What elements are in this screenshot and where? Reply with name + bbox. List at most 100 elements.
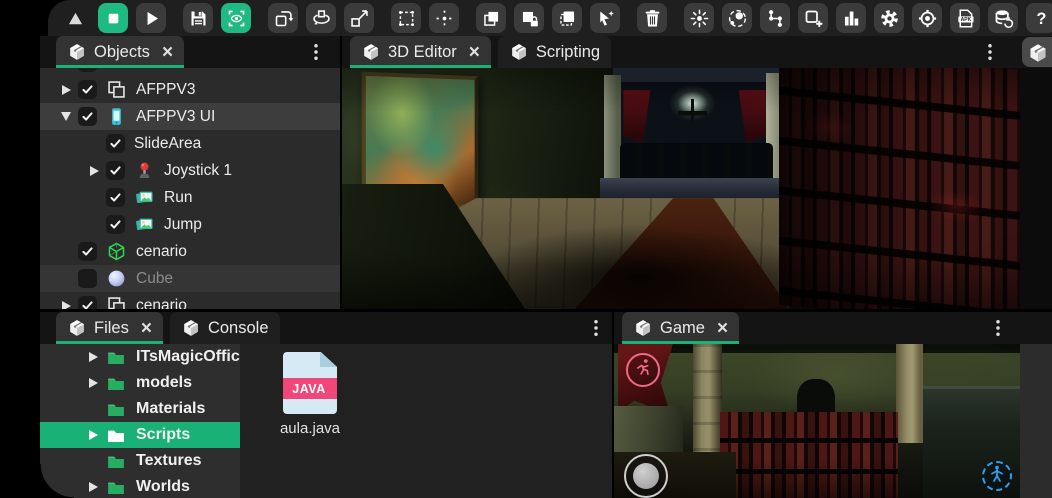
files-menu-kebab-icon[interactable]: [586, 317, 606, 339]
folder-row-models[interactable]: models: [40, 370, 240, 396]
settings-button[interactable]: [874, 3, 904, 33]
visibility-checkbox[interactable]: [78, 68, 97, 72]
layer-lock-icon: [519, 8, 540, 29]
expand-slot[interactable]: [54, 112, 78, 121]
joystick-knob[interactable]: [633, 463, 659, 489]
profiler-button[interactable]: [836, 3, 866, 33]
pointer-mode-button[interactable]: [590, 3, 620, 33]
folder-row-materials[interactable]: Materials: [40, 396, 240, 422]
expand-slot[interactable]: [80, 352, 106, 362]
marquee-icon: [396, 8, 417, 29]
object-label: AFPPV3 UI: [136, 108, 215, 126]
object-row-run[interactable]: Run: [40, 184, 340, 211]
close-icon[interactable]: ×: [141, 319, 152, 338]
save-button[interactable]: [183, 3, 213, 33]
stop-button[interactable]: [98, 3, 128, 33]
help-button[interactable]: ?: [1026, 3, 1052, 33]
visibility-checkbox[interactable]: [78, 80, 97, 99]
expand-slot[interactable]: [54, 301, 78, 310]
expand-arrow-icon[interactable]: [89, 378, 98, 388]
close-icon[interactable]: ×: [469, 43, 480, 62]
visibility-checkbox[interactable]: [78, 269, 97, 288]
game-menu-kebab-icon[interactable]: [988, 317, 1008, 339]
phone-icon: [106, 106, 127, 127]
scale-tool-button[interactable]: [344, 3, 374, 33]
object-label: SlideArea: [134, 135, 201, 153]
tab-3d-editor[interactable]: 3D Editor ×: [350, 36, 491, 68]
lighting-button[interactable]: [684, 3, 714, 33]
folder-icon: [106, 401, 126, 418]
game-run-button[interactable]: [626, 353, 660, 387]
tab-console[interactable]: Console: [170, 312, 280, 344]
expand-arrow-icon[interactable]: [89, 430, 98, 440]
collapse-toolbar-button[interactable]: [60, 3, 90, 33]
visibility-checkbox[interactable]: [78, 296, 97, 309]
object-row-cenario[interactable]: cenario: [40, 292, 340, 309]
tab-scripting[interactable]: Scripting: [498, 36, 611, 68]
orbit-view-button[interactable]: [722, 3, 752, 33]
visibility-checkbox[interactable]: [106, 188, 125, 207]
files-content[interactable]: JAVA aula.java: [240, 344, 612, 498]
close-icon[interactable]: ×: [717, 319, 728, 338]
node-graph-button[interactable]: [760, 3, 790, 33]
expand-arrow-icon[interactable]: [62, 301, 71, 310]
collapse-arrow-icon[interactable]: [61, 112, 71, 121]
build-settings-button[interactable]: [912, 3, 942, 33]
visibility-checkbox[interactable]: [78, 107, 97, 126]
3d-editor-viewport[interactable]: [342, 68, 1020, 309]
export-apk-button[interactable]: APK: [950, 3, 980, 33]
tab-game[interactable]: Game ×: [622, 312, 739, 344]
folder-row-scripts[interactable]: Scripts: [40, 422, 240, 448]
bring-to-front-button[interactable]: [476, 3, 506, 33]
tab-files[interactable]: Files ×: [56, 312, 163, 344]
object-row-slidearea[interactable]: SlideArea: [40, 130, 340, 157]
object-row-cube[interactable]: Cube: [40, 265, 340, 292]
game-viewport[interactable]: [614, 344, 1020, 498]
folder-tree: ITsMagicOfficiamodelsMaterialsScriptsTex…: [40, 344, 240, 498]
delete-button[interactable]: [637, 3, 667, 33]
visibility-checkbox[interactable]: [78, 242, 97, 261]
expand-arrow-icon[interactable]: [90, 166, 99, 176]
play-button[interactable]: [136, 3, 166, 33]
marquee-select-button[interactable]: [391, 3, 421, 33]
editor-menu-kebab-icon[interactable]: [980, 41, 1000, 63]
game-joystick[interactable]: [624, 454, 668, 498]
object-row-jump[interactable]: Jump: [40, 211, 340, 238]
objects-menu-kebab-icon[interactable]: [306, 41, 326, 63]
folder-row-itsmagicofficia[interactable]: ITsMagicOfficia: [40, 344, 240, 370]
scene-view-button[interactable]: [221, 3, 251, 33]
move-tool-button[interactable]: [268, 3, 298, 33]
object-row-afppv3[interactable]: AFPPV3: [40, 76, 340, 103]
add-object-button[interactable]: [798, 3, 828, 33]
object-row-partial[interactable]: [40, 68, 340, 76]
expand-arrow-icon[interactable]: [62, 85, 71, 95]
object-row-afppv3-ui[interactable]: AFPPV3 UI: [40, 103, 340, 130]
visibility-checkbox[interactable]: [106, 134, 125, 153]
visibility-checkbox[interactable]: [106, 215, 125, 234]
folder-row-textures[interactable]: Textures: [40, 448, 240, 474]
expand-arrow-icon[interactable]: [89, 352, 98, 362]
folder-row-worlds[interactable]: Worlds: [40, 474, 240, 498]
object-row-cenario[interactable]: cenario: [40, 238, 340, 265]
expand-arrow-icon[interactable]: [89, 482, 98, 492]
close-icon[interactable]: ×: [162, 43, 173, 62]
add-panel-cube-button[interactable]: [1022, 37, 1052, 67]
rotate-tool-button[interactable]: [306, 3, 336, 33]
java-badge: JAVA: [276, 378, 342, 399]
tab-objects[interactable]: Objects ×: [56, 36, 184, 68]
file-item-aula-java[interactable]: JAVA aula.java: [272, 352, 348, 437]
expand-slot[interactable]: [82, 166, 106, 176]
box-icon: [1027, 42, 1047, 62]
visibility-checkbox[interactable]: [106, 161, 125, 180]
accessibility-button[interactable]: [982, 461, 1012, 491]
pivot-center-button[interactable]: [429, 3, 459, 33]
object-row-joystick-1[interactable]: Joystick 1: [40, 157, 340, 184]
expand-slot[interactable]: [80, 378, 106, 388]
expand-slot[interactable]: [54, 85, 78, 95]
duplicate-layer-button[interactable]: [552, 3, 582, 33]
svg-text:?: ?: [1036, 9, 1046, 27]
expand-slot[interactable]: [80, 482, 106, 492]
expand-slot[interactable]: [80, 430, 106, 440]
project-data-button[interactable]: [988, 3, 1018, 33]
lock-layer-button[interactable]: [514, 3, 544, 33]
